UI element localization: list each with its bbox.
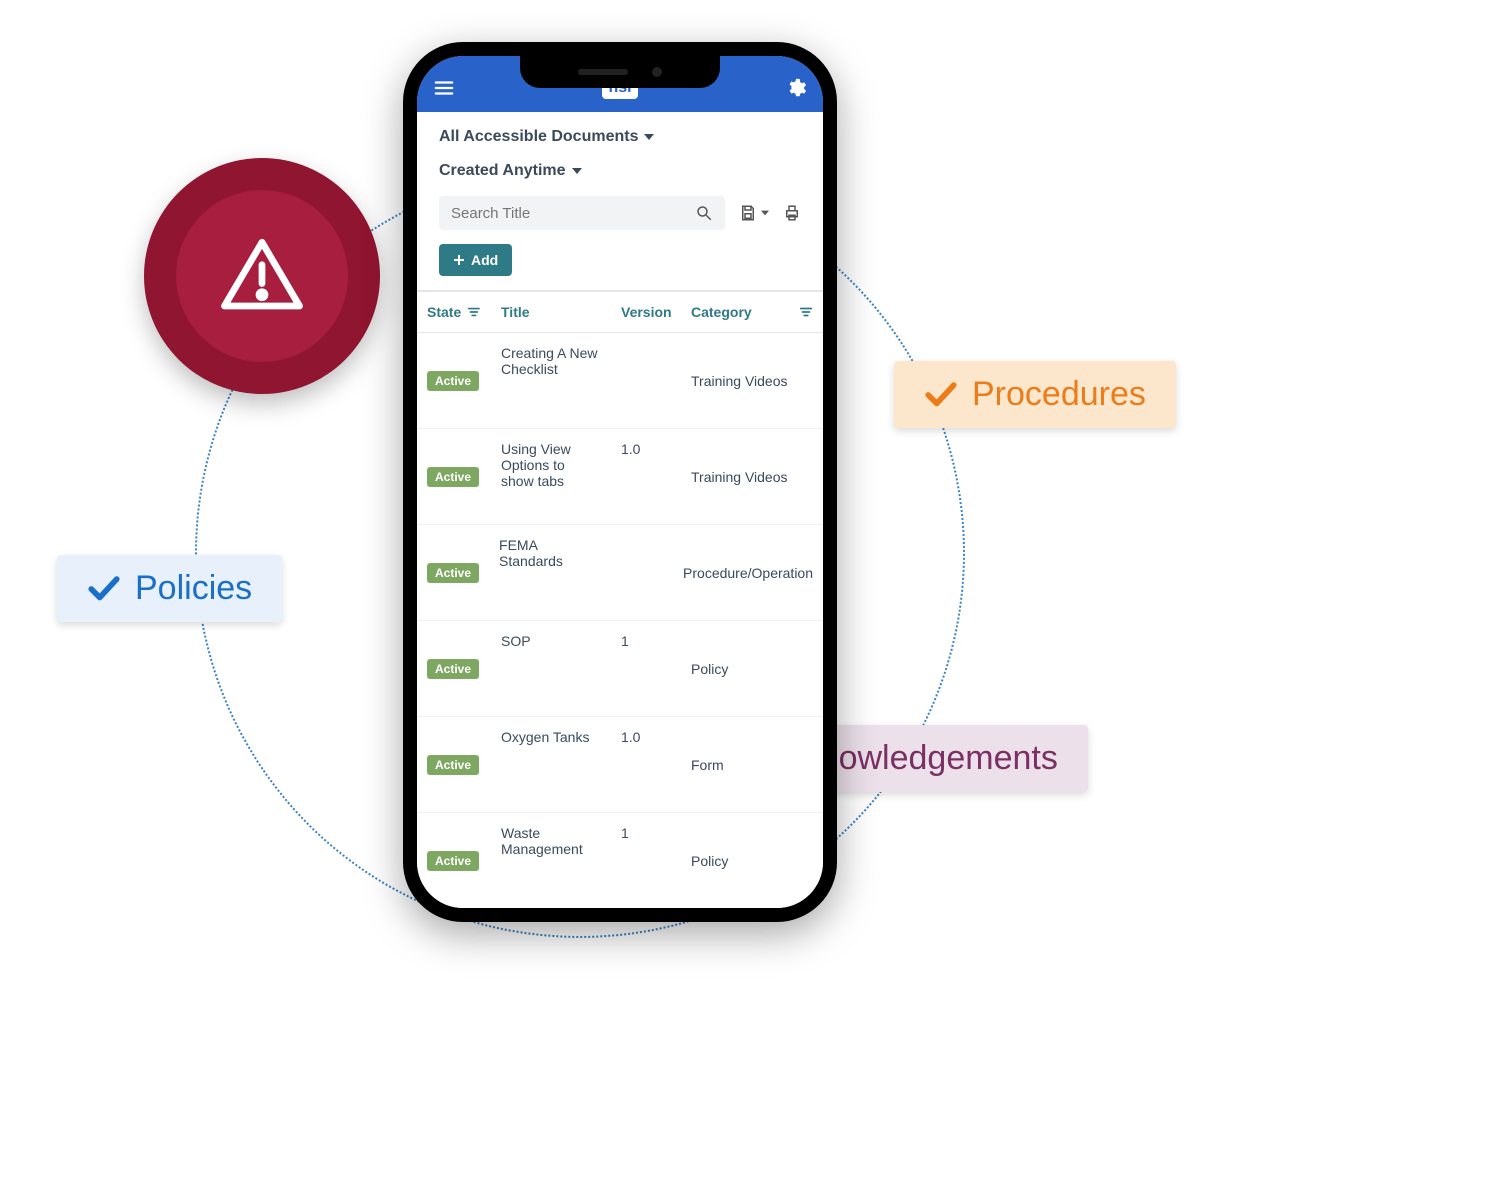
cell-version: 1.0: [611, 717, 681, 812]
table-row[interactable]: Active Creating A New Checklist Training V…: [417, 333, 823, 429]
alert-medallion: [144, 158, 380, 394]
add-button[interactable]: Add: [439, 244, 512, 276]
print-icon[interactable]: [783, 204, 801, 222]
add-button-label: Add: [471, 252, 498, 268]
check-icon: [924, 378, 958, 412]
cell-title: SOP: [491, 621, 611, 716]
check-icon: [87, 572, 121, 606]
filter-scope-dropdown[interactable]: All Accessible Documents: [439, 128, 801, 146]
filter-icon[interactable]: [467, 305, 481, 319]
cell-version: [611, 333, 681, 428]
cell-title: Using View Options to show tabs: [491, 429, 611, 524]
cell-version: 1: [611, 813, 681, 908]
col-category-label: Category: [691, 304, 752, 320]
status-badge: Active: [427, 755, 479, 775]
gear-icon[interactable]: [785, 77, 807, 99]
table-row[interactable]: Active Waste Management1Policy: [417, 813, 823, 908]
search-icon[interactable]: [695, 204, 713, 222]
col-state-label: State: [427, 304, 461, 320]
cell-category: Form: [681, 717, 823, 812]
cell-category: Policy: [681, 813, 823, 908]
filter-created-dropdown[interactable]: Created Anytime: [439, 162, 801, 180]
col-version[interactable]: Version: [611, 292, 681, 332]
pill-policies: Policies: [57, 555, 282, 622]
table-row[interactable]: Active FEMA Standards Procedure/Operation: [417, 525, 823, 621]
phone-notch: [520, 56, 720, 88]
cell-category: Training Videos: [681, 429, 823, 524]
status-badge: Active: [427, 659, 479, 679]
speaker: [578, 69, 628, 75]
table-body: Active Creating A New Checklist Training V…: [417, 333, 823, 908]
status-badge: Active: [427, 563, 479, 583]
alert-medallion-inner: [176, 190, 348, 362]
status-badge: Active: [427, 851, 479, 871]
cell-category: Policy: [681, 621, 823, 716]
filter-icon[interactable]: [799, 305, 813, 319]
col-category[interactable]: Category: [681, 292, 823, 332]
menu-icon[interactable]: [433, 77, 455, 99]
export-dropdown[interactable]: [739, 204, 769, 222]
cell-version: 1: [611, 621, 681, 716]
col-version-label: Version: [621, 304, 672, 320]
cell-title: Creating A New Checklist: [491, 333, 611, 428]
caret-down-icon: [572, 166, 582, 176]
search-box[interactable]: [439, 196, 725, 230]
search-input[interactable]: [451, 205, 685, 222]
cell-title: FEMA Standards: [489, 525, 605, 620]
cell-title: Oxygen Tanks: [491, 717, 611, 812]
camera-dot: [652, 67, 662, 77]
cell-category: Training Videos: [681, 333, 823, 428]
col-title-label: Title: [501, 304, 530, 320]
filter-bar: All Accessible Documents Created Anytime: [417, 112, 823, 291]
pill-procedures-label: Procedures: [972, 375, 1146, 414]
table-header: State Title Version Category: [417, 291, 823, 333]
pill-procedures: Procedures: [894, 361, 1176, 428]
filter-scope-label: All Accessible Documents: [439, 128, 638, 146]
phone-screen: hsi All Accessible Documents Created Any…: [417, 56, 823, 908]
phone-frame: hsi All Accessible Documents Created Any…: [403, 42, 837, 922]
save-icon: [739, 204, 757, 222]
cell-version: 1.0: [611, 429, 681, 524]
toolbar-row: [439, 196, 801, 230]
col-state[interactable]: State: [417, 292, 491, 332]
table-row[interactable]: Active Oxygen Tanks1.0Form: [417, 717, 823, 813]
col-title[interactable]: Title: [491, 292, 611, 332]
status-badge: Active: [427, 467, 479, 487]
plus-icon: [453, 254, 465, 266]
caret-down-icon: [644, 132, 654, 142]
caret-down-icon: [761, 209, 769, 217]
warning-icon: [217, 231, 307, 321]
table-row[interactable]: Active Using View Options to show tabs1.0…: [417, 429, 823, 525]
cell-category: Procedure/Operation: [673, 525, 823, 620]
pill-policies-label: Policies: [135, 569, 252, 608]
filter-created-label: Created Anytime: [439, 162, 566, 180]
status-badge: Active: [427, 371, 479, 391]
table-row[interactable]: Active SOP1Policy: [417, 621, 823, 717]
cell-version: [605, 525, 673, 620]
cell-title: Waste Management: [491, 813, 611, 908]
